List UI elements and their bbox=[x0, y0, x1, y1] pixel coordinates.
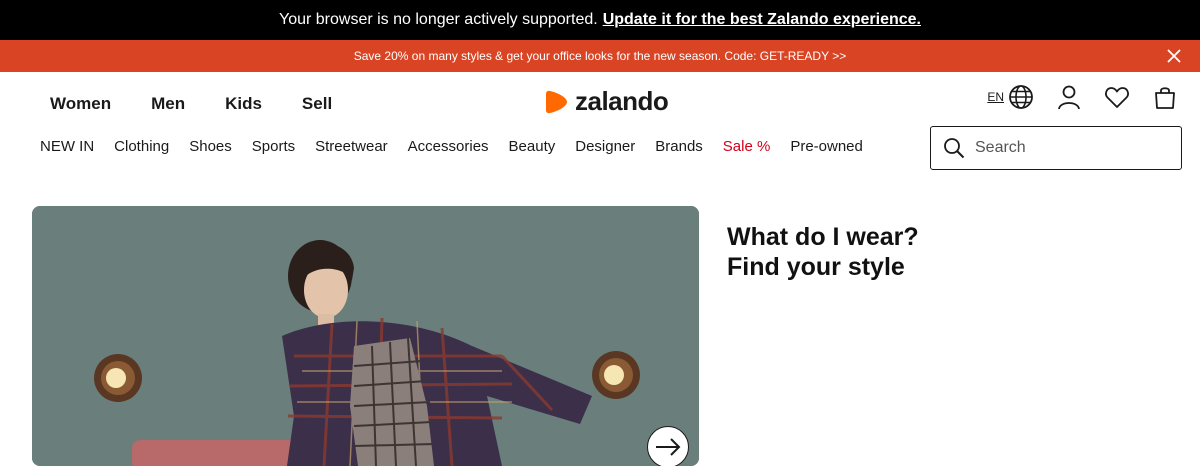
hero-image bbox=[32, 206, 699, 466]
browser-warning-text: Your browser is no longer actively suppo… bbox=[279, 11, 598, 28]
search-input[interactable] bbox=[975, 139, 1165, 157]
cat-new-in[interactable]: NEW IN bbox=[40, 138, 94, 155]
cat-shoes[interactable]: Shoes bbox=[189, 138, 232, 155]
language-selector[interactable]: EN bbox=[987, 84, 1034, 110]
update-browser-link[interactable]: Update it for the best Zalando experienc… bbox=[603, 11, 921, 29]
bag-icon[interactable] bbox=[1152, 84, 1178, 110]
account-icon[interactable] bbox=[1056, 84, 1082, 110]
hero-headline: What do I wear? Find your style bbox=[727, 222, 919, 282]
logo-mark-icon bbox=[546, 90, 567, 113]
utility-nav: EN bbox=[987, 84, 1178, 110]
arrow-right-icon bbox=[656, 438, 681, 456]
logo-wordmark: zalando bbox=[575, 86, 669, 116]
nav-women[interactable]: Women bbox=[50, 94, 111, 114]
cat-pre-owned[interactable]: Pre-owned bbox=[790, 138, 863, 155]
cat-clothing[interactable]: Clothing bbox=[114, 138, 169, 155]
globe-icon bbox=[1009, 85, 1033, 109]
cat-sale[interactable]: Sale % bbox=[723, 138, 771, 155]
nav-men[interactable]: Men bbox=[151, 94, 185, 114]
hero-banner[interactable] bbox=[32, 206, 699, 466]
cat-brands[interactable]: Brands bbox=[655, 138, 703, 155]
nav-sell[interactable]: Sell bbox=[302, 94, 332, 114]
promo-text[interactable]: Save 20% on many styles & get your offic… bbox=[354, 49, 846, 63]
promo-banner[interactable]: Save 20% on many styles & get your offic… bbox=[0, 40, 1200, 72]
search-icon bbox=[944, 138, 965, 159]
site-header: Women Men Kids Sell zalando EN NEW IN Cl… bbox=[0, 72, 1200, 182]
hero-headline-line1: What do I wear? bbox=[727, 223, 919, 251]
cat-accessories[interactable]: Accessories bbox=[408, 138, 489, 155]
cat-streetwear[interactable]: Streetwear bbox=[315, 138, 388, 155]
wishlist-icon[interactable] bbox=[1104, 84, 1130, 110]
zalando-logo[interactable]: zalando bbox=[545, 86, 669, 117]
language-code: EN bbox=[987, 90, 1004, 104]
close-icon[interactable] bbox=[1166, 48, 1182, 64]
cat-sports[interactable]: Sports bbox=[252, 138, 295, 155]
category-nav: NEW IN Clothing Shoes Sports Streetwear … bbox=[40, 138, 863, 155]
cat-designer[interactable]: Designer bbox=[575, 138, 635, 155]
main-nav: Women Men Kids Sell bbox=[50, 94, 372, 114]
cat-beauty[interactable]: Beauty bbox=[509, 138, 556, 155]
nav-kids[interactable]: Kids bbox=[225, 94, 262, 114]
carousel-next-button[interactable] bbox=[647, 426, 689, 466]
browser-warning-banner: Your browser is no longer actively suppo… bbox=[0, 0, 1200, 40]
search-box[interactable] bbox=[930, 126, 1182, 170]
hero-headline-line2: Find your style bbox=[727, 253, 905, 281]
